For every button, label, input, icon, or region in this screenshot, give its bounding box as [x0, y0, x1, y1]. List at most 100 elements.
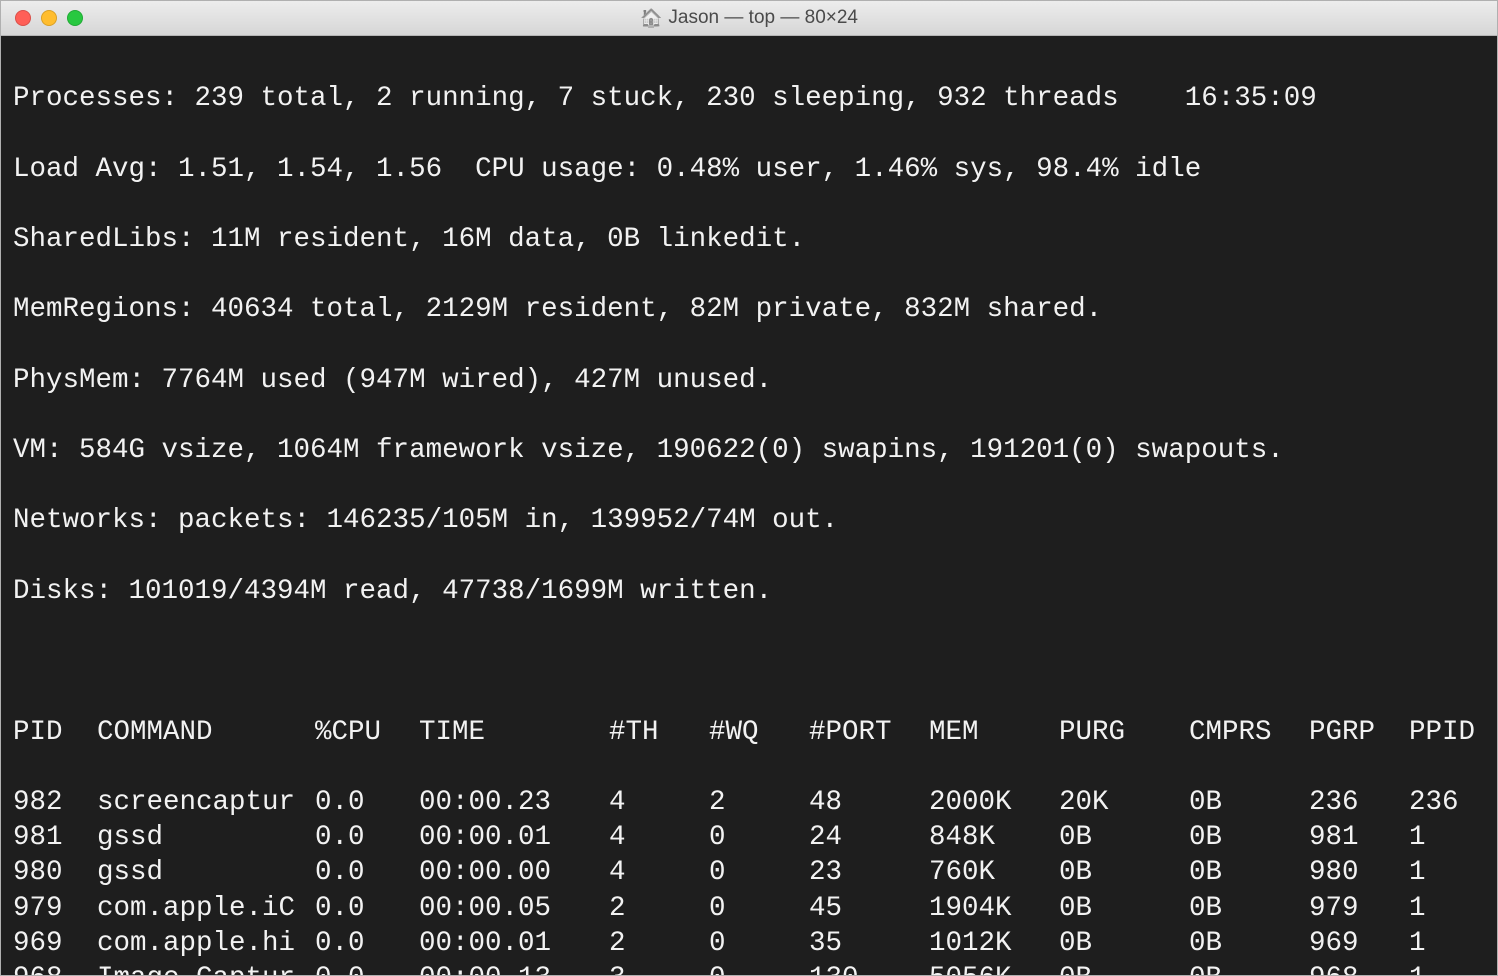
- cell-ppid: 1: [1409, 891, 1497, 926]
- window-title-text: Jason — top — 80×24: [668, 7, 858, 29]
- cell-cmd: screencaptur: [97, 785, 315, 820]
- cell-pgrp: 981: [1309, 820, 1409, 855]
- cell-ppid: 1: [1409, 961, 1497, 975]
- cell-wq: 0: [709, 820, 809, 855]
- cell-purg: 0B: [1059, 926, 1189, 961]
- cell-port: 23: [809, 855, 929, 890]
- cell-th: 3: [609, 961, 709, 975]
- cell-cmprs: 0B: [1189, 820, 1309, 855]
- cell-port: 130: [809, 961, 929, 975]
- zoom-icon[interactable]: [67, 10, 83, 26]
- cell-th: 4: [609, 785, 709, 820]
- summary-disks: Disks: 101019/4394M read, 47738/1699M wr…: [13, 574, 1485, 609]
- cell-time: 00:00.00: [419, 855, 609, 890]
- cell-pgrp: 969: [1309, 926, 1409, 961]
- col-th: #TH: [609, 715, 709, 750]
- col-port: #PORT: [809, 715, 929, 750]
- cell-cmprs: 0B: [1189, 855, 1309, 890]
- col-wq: #WQ: [709, 715, 809, 750]
- cell-ppid: 1: [1409, 926, 1497, 961]
- window-title: 🏠 Jason — top — 80×24: [1, 7, 1497, 29]
- col-cmprs: CMPRS: [1189, 715, 1309, 750]
- col-pgrp: PGRP: [1309, 715, 1409, 750]
- cell-cmd: com.apple.hi: [97, 926, 315, 961]
- summary-loadavg: Load Avg: 1.51, 1.54, 1.56 CPU usage: 0.…: [13, 152, 1485, 187]
- cell-cpu: 0.0: [315, 926, 419, 961]
- cell-purg: 0B: [1059, 961, 1189, 975]
- cell-time: 00:00.13: [419, 961, 609, 975]
- col-time: TIME: [419, 715, 609, 750]
- col-cpu: %CPU: [315, 715, 419, 750]
- close-icon[interactable]: [15, 10, 31, 26]
- col-mem: MEM: [929, 715, 1059, 750]
- summary-memregions: MemRegions: 40634 total, 2129M resident,…: [13, 292, 1485, 327]
- table-row: 982screencaptur0.000:00.2342482000K20K0B…: [13, 785, 1485, 820]
- col-ppid: PPID: [1409, 715, 1497, 750]
- cell-cmd: gssd: [97, 855, 315, 890]
- cell-cpu: 0.0: [315, 855, 419, 890]
- cell-cmprs: 0B: [1189, 961, 1309, 975]
- cell-pid: 969: [13, 926, 97, 961]
- cell-cmd: gssd: [97, 820, 315, 855]
- cell-pgrp: 968: [1309, 961, 1409, 975]
- cell-port: 24: [809, 820, 929, 855]
- cell-time: 00:00.01: [419, 820, 609, 855]
- cell-ppid: 236: [1409, 785, 1497, 820]
- cell-pid: 979: [13, 891, 97, 926]
- cell-purg: 0B: [1059, 855, 1189, 890]
- cell-port: 35: [809, 926, 929, 961]
- cell-mem: 760K: [929, 855, 1059, 890]
- minimize-icon[interactable]: [41, 10, 57, 26]
- cell-pid: 968: [13, 961, 97, 975]
- cell-purg: 0B: [1059, 820, 1189, 855]
- cell-wq: 2: [709, 785, 809, 820]
- terminal-window: 🏠 Jason — top — 80×24 Processes: 239 tot…: [0, 0, 1498, 976]
- cell-cpu: 0.0: [315, 961, 419, 975]
- cell-pid: 982: [13, 785, 97, 820]
- cell-th: 4: [609, 855, 709, 890]
- cell-th: 2: [609, 926, 709, 961]
- summary-sharedlibs: SharedLibs: 11M resident, 16M data, 0B l…: [13, 222, 1485, 257]
- titlebar[interactable]: 🏠 Jason — top — 80×24: [1, 1, 1497, 36]
- cell-cmd: Image Captur: [97, 961, 315, 975]
- cell-th: 2: [609, 891, 709, 926]
- terminal-output[interactable]: Processes: 239 total, 2 running, 7 stuck…: [1, 36, 1497, 975]
- cell-cpu: 0.0: [315, 820, 419, 855]
- cell-cpu: 0.0: [315, 891, 419, 926]
- cell-port: 48: [809, 785, 929, 820]
- cell-pid: 980: [13, 855, 97, 890]
- summary-networks: Networks: packets: 146235/105M in, 13995…: [13, 503, 1485, 538]
- col-command: COMMAND: [97, 715, 315, 750]
- cell-wq: 0: [709, 961, 809, 975]
- cell-ppid: 1: [1409, 855, 1497, 890]
- column-headers: PIDCOMMAND%CPUTIME#TH#WQ#PORTMEMPURGCMPR…: [13, 715, 1485, 750]
- cell-wq: 0: [709, 891, 809, 926]
- cell-cmd: com.apple.iC: [97, 891, 315, 926]
- cell-cmprs: 0B: [1189, 785, 1309, 820]
- cell-ppid: 1: [1409, 820, 1497, 855]
- cell-mem: 848K: [929, 820, 1059, 855]
- col-pid: PID: [13, 715, 97, 750]
- cell-time: 00:00.05: [419, 891, 609, 926]
- cell-mem: 1904K: [929, 891, 1059, 926]
- cell-mem: 5056K: [929, 961, 1059, 975]
- cell-time: 00:00.01: [419, 926, 609, 961]
- cell-mem: 1012K: [929, 926, 1059, 961]
- cell-pgrp: 236: [1309, 785, 1409, 820]
- cell-th: 4: [609, 820, 709, 855]
- cell-purg: 0B: [1059, 891, 1189, 926]
- table-row: 981gssd0.000:00.014024848K0B0B9811: [13, 820, 1485, 855]
- blank-line: [13, 644, 1485, 679]
- cell-wq: 0: [709, 855, 809, 890]
- traffic-lights: [1, 10, 83, 26]
- col-purg: PURG: [1059, 715, 1189, 750]
- cell-port: 45: [809, 891, 929, 926]
- home-icon: 🏠: [640, 8, 662, 29]
- table-row: 968Image Captur0.000:00.13301305056K0B0B…: [13, 961, 1485, 975]
- cell-cpu: 0.0: [315, 785, 419, 820]
- table-row: 969com.apple.hi0.000:00.0120351012K0B0B9…: [13, 926, 1485, 961]
- cell-pgrp: 979: [1309, 891, 1409, 926]
- cell-wq: 0: [709, 926, 809, 961]
- cell-pid: 981: [13, 820, 97, 855]
- cell-pgrp: 980: [1309, 855, 1409, 890]
